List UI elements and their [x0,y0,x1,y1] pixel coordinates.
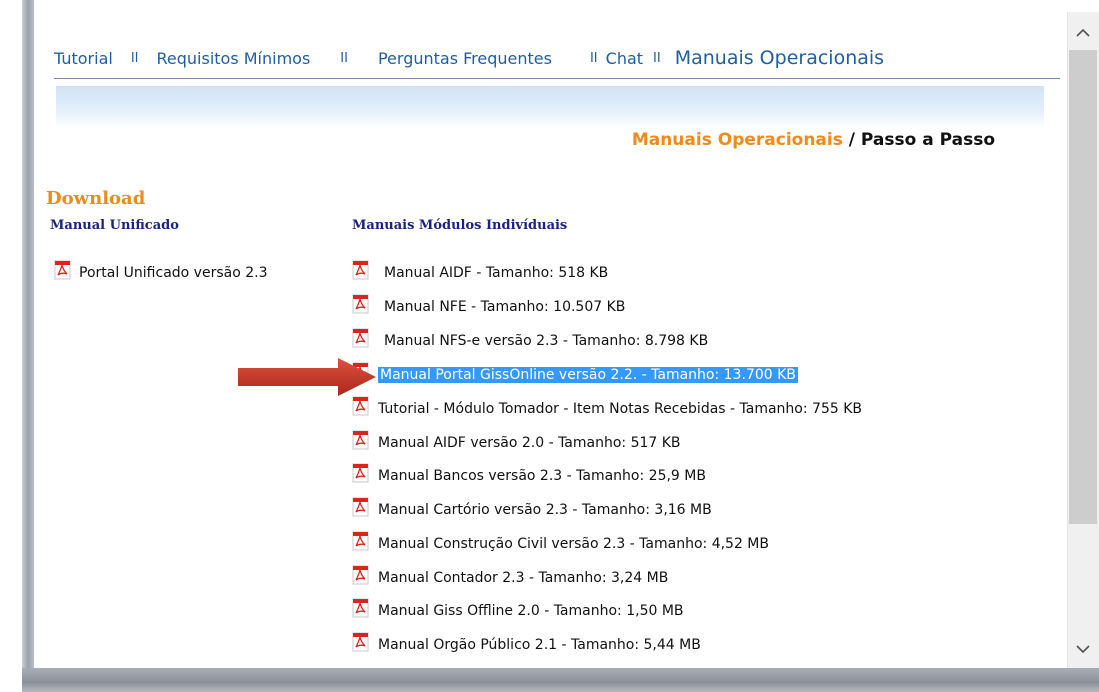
pdf-icon [352,463,369,483]
nav-separator: II [340,50,348,66]
pdf-link-item[interactable]: Portal Unificado versão 2.3 [54,260,268,281]
window-frame-bottom [22,668,1099,692]
nav-perguntas-link[interactable]: Perguntas Frequentes [378,49,552,68]
nav-tutorial-link[interactable]: Tutorial [54,49,113,68]
chevron-up-icon[interactable] [1068,18,1098,48]
chevron-down-icon[interactable] [1068,634,1098,664]
nav-separator: II [589,50,598,66]
pdf-link-label[interactable]: Portal Unificado versão 2.3 [79,265,268,281]
manual-unificado-title: Manual Unificado [50,218,179,233]
pdf-link-item[interactable]: Manual Bancos versão 2.3 - Tamanho: 25,9… [352,463,706,484]
pdf-link-item[interactable]: Manual NFS-e versão 2.3 - Tamanho: 8.798… [352,328,708,349]
pdf-link-label[interactable]: Manual Contador 2.3 - Tamanho: 3,24 MB [378,570,668,586]
pdf-icon [352,598,369,618]
breadcrumb-separator: / [842,130,861,150]
breadcrumb-passo: Passo a Passo [860,130,995,150]
download-title: Download [46,188,146,209]
page-content: Tutorial II Requisitos Mínimos II Pergun… [34,12,1067,668]
pdf-link-item[interactable]: Manual Contador 2.3 - Tamanho: 3,24 MB [352,565,668,586]
red-arrow-icon [238,358,376,396]
nav-manuais-link[interactable]: Manuais Operacionais [675,47,884,69]
pdf-link-item[interactable]: Manual Cartório versão 2.3 - Tamanho: 3,… [352,497,712,518]
nav-separator: II [653,50,661,66]
pdf-link-label[interactable]: Manual Bancos versão 2.3 - Tamanho: 25,9… [378,468,706,484]
pdf-link-item[interactable]: Manual NFE - Tamanho: 10.507 KB [352,294,625,315]
window-frame-top [34,0,1099,12]
pdf-link-item[interactable]: Manual Portal GissOnline versão 2.2. - T… [352,362,798,383]
pdf-icon [352,260,369,280]
pdf-link-label[interactable]: Manual Giss Offline 2.0 - Tamanho: 1,50 … [378,603,684,619]
top-navigation: Tutorial II Requisitos Mínimos II Pergun… [54,38,1060,79]
pdf-icon [352,328,369,348]
pdf-link-label[interactable]: Manual Construção Civil versão 2.3 - Tam… [378,536,769,552]
manuais-individuais-title: Manuais Módulos Indivíduais [352,218,568,233]
outer-background [0,0,22,692]
pdf-link-item[interactable]: Manual AIDF versão 2.0 - Tamanho: 517 KB [352,430,681,451]
pdf-icon [352,430,369,450]
pdf-link-item[interactable]: Manual AIDF - Tamanho: 518 KB [352,260,608,281]
pdf-link-item[interactable]: Tutorial - Módulo Tomador - Item Notas R… [352,396,862,417]
pdf-icon [352,531,369,551]
breadcrumb-manuais: Manuais Operacionais [631,130,843,150]
pdf-icon [352,497,369,517]
pdf-link-item[interactable]: Manual Giss Offline 2.0 - Tamanho: 1,50 … [352,598,684,619]
pdf-link-label[interactable]: Manual AIDF versão 2.0 - Tamanho: 517 KB [378,435,681,451]
pdf-icon [352,396,369,416]
pdf-link-label[interactable]: Manual Orgão Público 2.1 - Tamanho: 5,44… [378,637,701,653]
nav-separator: II [130,50,139,66]
pdf-link-item[interactable]: Manual Orgão Público 2.1 - Tamanho: 5,44… [352,632,701,653]
pdf-link-label[interactable]: Manual Cartório versão 2.3 - Tamanho: 3,… [378,502,712,518]
pdf-icon [352,565,369,585]
header-band [56,86,1044,128]
pdf-link-label[interactable]: Tutorial - Módulo Tomador - Item Notas R… [378,401,862,417]
pdf-icon [352,294,369,314]
scrollbar-thumb[interactable] [1069,50,1097,524]
pdf-link-label[interactable]: Manual NFE - Tamanho: 10.507 KB [384,299,625,315]
breadcrumb: Manuais Operacionais / Passo a Passo [632,130,995,150]
pdf-link-label[interactable]: Manual AIDF - Tamanho: 518 KB [384,265,608,281]
nav-requisitos-link[interactable]: Requisitos Mínimos [157,49,311,68]
pdf-icon [54,260,71,280]
window-frame-left [22,0,34,680]
vertical-scrollbar[interactable] [1067,12,1099,668]
pdf-link-label[interactable]: Manual Portal GissOnline versão 2.2. - T… [378,367,798,383]
nav-chat-link[interactable]: Chat [606,49,643,68]
pdf-link-item[interactable]: Manual Construção Civil versão 2.3 - Tam… [352,531,769,552]
pdf-link-label[interactable]: Manual NFS-e versão 2.3 - Tamanho: 8.798… [384,333,708,349]
pdf-icon [352,632,369,652]
